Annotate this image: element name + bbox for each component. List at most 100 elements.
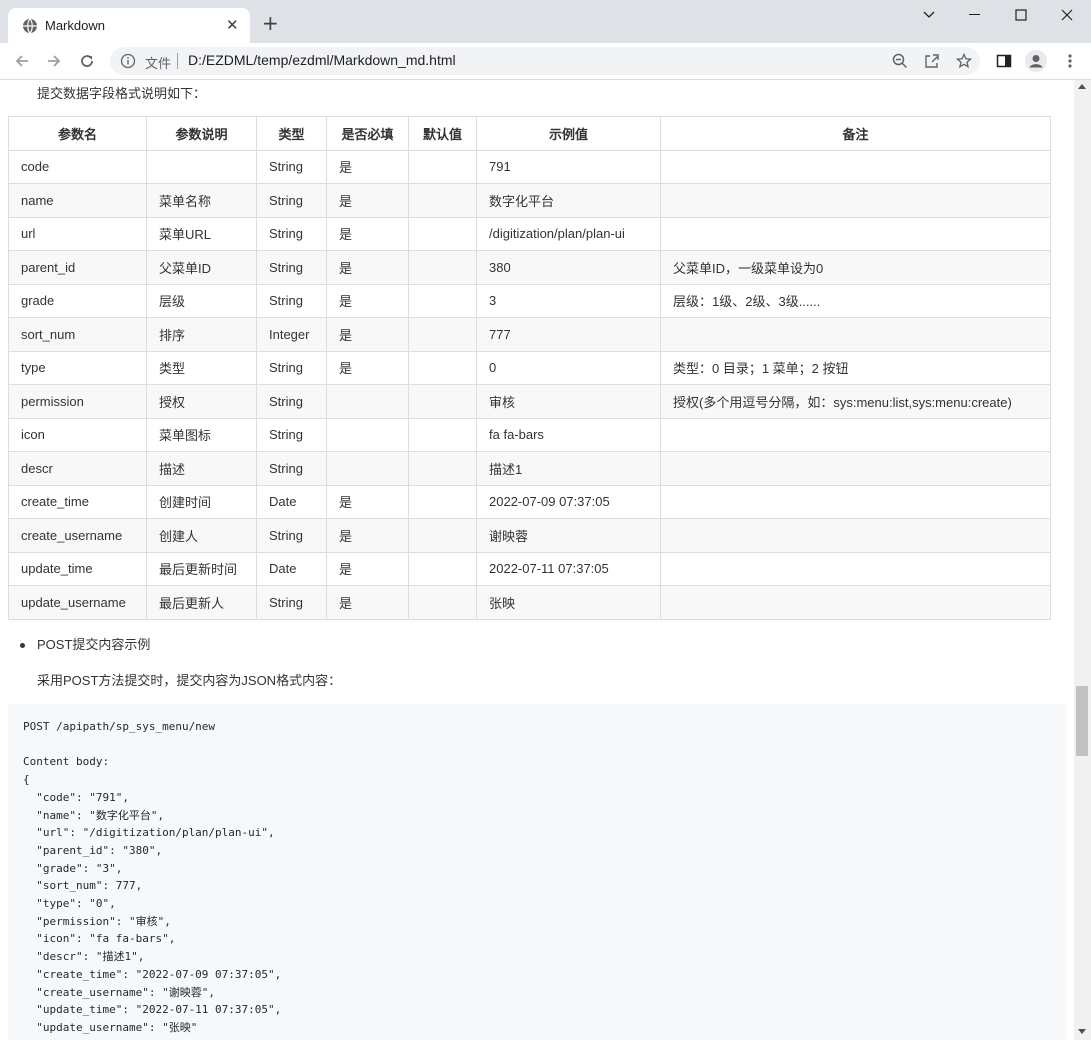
bullet-text: POST提交内容示例	[37, 637, 151, 652]
table-cell: String	[256, 216, 327, 251]
reload-icon[interactable]	[75, 49, 99, 73]
table-cell: 是	[326, 484, 409, 519]
table-cell: 是	[326, 283, 409, 318]
menu-icon[interactable]	[1058, 49, 1082, 73]
table-cell: 谢映蓉	[476, 518, 661, 553]
scroll-thumb[interactable]	[1076, 686, 1088, 756]
table-cell: 是	[326, 216, 409, 251]
table-cell: icon	[8, 417, 147, 452]
list-item: POST提交内容示例	[20, 634, 150, 653]
star-icon[interactable]	[954, 51, 974, 71]
code-text: POST /apipath/sp_sys_menu/new Content bo…	[23, 720, 282, 1034]
table-cell: 380	[476, 250, 661, 285]
table-cell: 791	[476, 149, 661, 184]
table-header: 默认值	[408, 116, 477, 151]
table-row: permission 授权 String 审核 授权(多个用逗号分隔，如：sys:men…	[8, 384, 1051, 419]
share-icon[interactable]	[922, 51, 942, 71]
intro-text: 提交数据字段格式说明如下：	[37, 86, 207, 101]
table-cell: 父菜单ID	[146, 250, 257, 285]
table-cell: 是	[326, 317, 409, 352]
table-cell: 描述1	[476, 451, 661, 486]
table-header: 是否必填	[326, 116, 409, 151]
table-cell	[408, 384, 477, 419]
url-text[interactable]: D:/EZDML/temp/ezdml/Markdown_md.html	[188, 52, 456, 68]
table-cell: sort_num	[8, 317, 147, 352]
table-cell: 是	[326, 250, 409, 285]
table-cell: code	[8, 149, 147, 184]
table-cell: String	[256, 585, 327, 620]
browser-tab[interactable]: Markdown ✕	[8, 8, 250, 43]
scroll-down-icon[interactable]	[1078, 1029, 1086, 1034]
minimize-icon[interactable]	[952, 0, 998, 30]
close-icon[interactable]: ✕	[226, 18, 239, 33]
forward-icon[interactable]	[42, 49, 66, 73]
table-cell: String	[256, 350, 327, 385]
table-cell	[660, 451, 1051, 486]
chevron-down-icon[interactable]	[906, 0, 952, 30]
vertical-scrollbar[interactable]	[1074, 80, 1091, 1040]
table-cell: String	[256, 250, 327, 285]
table-cell: 是	[326, 183, 409, 218]
table-cell	[408, 350, 477, 385]
table-cell	[660, 551, 1051, 586]
table-cell: String	[256, 417, 327, 452]
table-cell: 是	[326, 518, 409, 553]
table-header: 参数名	[8, 116, 147, 151]
table-cell	[408, 149, 477, 184]
table-cell: 菜单名称	[146, 183, 257, 218]
table-cell	[408, 250, 477, 285]
zoom-icon[interactable]	[890, 51, 910, 71]
table-cell: update_time	[8, 551, 147, 586]
table-row: descr 描述 String 描述1	[8, 451, 1051, 486]
table-cell	[408, 518, 477, 553]
table-header: 备注	[660, 116, 1051, 151]
maximize-icon[interactable]	[998, 0, 1044, 30]
back-icon[interactable]	[10, 49, 34, 73]
table-cell	[326, 451, 409, 486]
table-cell: 2022-07-09 07:37:05	[476, 484, 661, 519]
table-cell	[326, 384, 409, 419]
table-cell: 排序	[146, 317, 257, 352]
code-block: POST /apipath/sp_sys_menu/new Content bo…	[8, 704, 1066, 1040]
table-cell: 2022-07-11 07:37:05	[476, 551, 661, 586]
table-cell: name	[8, 183, 147, 218]
tab-title: Markdown	[45, 18, 105, 33]
table-cell: create_username	[8, 518, 147, 553]
table-row: icon 菜单图标 String fa fa-bars	[8, 417, 1051, 452]
table-cell: String	[256, 283, 327, 318]
table-cell	[660, 183, 1051, 218]
table-cell: 菜单URL	[146, 216, 257, 251]
profile-icon[interactable]	[1024, 49, 1048, 73]
table-cell: 描述	[146, 451, 257, 486]
table-row: type 类型 String 是 0 类型：0 目录；1 菜单；2 按钮	[8, 350, 1051, 385]
table-cell: 类型	[146, 350, 257, 385]
table-cell: 3	[476, 283, 661, 318]
table-cell: 创建时间	[146, 484, 257, 519]
side-panel-icon[interactable]	[992, 49, 1016, 73]
info-icon[interactable]	[120, 53, 136, 73]
table-cell: 层级：1级、2级、3级......	[660, 283, 1051, 318]
table-cell	[408, 484, 477, 519]
table-row: url 菜单URL String 是/digitization/plan/plan-u…	[8, 216, 1051, 251]
table-cell	[408, 417, 477, 452]
table-cell: 授权	[146, 384, 257, 419]
scheme-label: 文件	[145, 56, 172, 71]
address-bar[interactable]: 文件 D:/EZDML/temp/ezdml/Markdown_md.html	[110, 47, 980, 75]
scroll-up-icon[interactable]	[1078, 84, 1086, 89]
table-header: 示例值	[476, 116, 661, 151]
table-row: update_username 最后更新人 String 是 张映	[8, 585, 1051, 620]
table-cell: 菜单图标	[146, 417, 257, 452]
window-close-icon[interactable]	[1044, 0, 1090, 30]
table-cell: 创建人	[146, 518, 257, 553]
table-cell: 是	[326, 585, 409, 620]
tab-strip: Markdown ✕ +	[0, 0, 1091, 43]
table-cell: 最后更新人	[146, 585, 257, 620]
browser-toolbar: 文件 D:/EZDML/temp/ezdml/Markdown_md.html	[0, 43, 1091, 80]
table-cell	[660, 216, 1051, 251]
table-row: code String 是 791	[8, 149, 1051, 184]
table-cell: descr	[8, 451, 147, 486]
table-cell: Date	[256, 484, 327, 519]
table-cell: 类型：0 目录；1 菜单；2 按钮	[660, 350, 1051, 385]
table-cell	[326, 417, 409, 452]
plus-icon[interactable]: +	[262, 13, 279, 33]
